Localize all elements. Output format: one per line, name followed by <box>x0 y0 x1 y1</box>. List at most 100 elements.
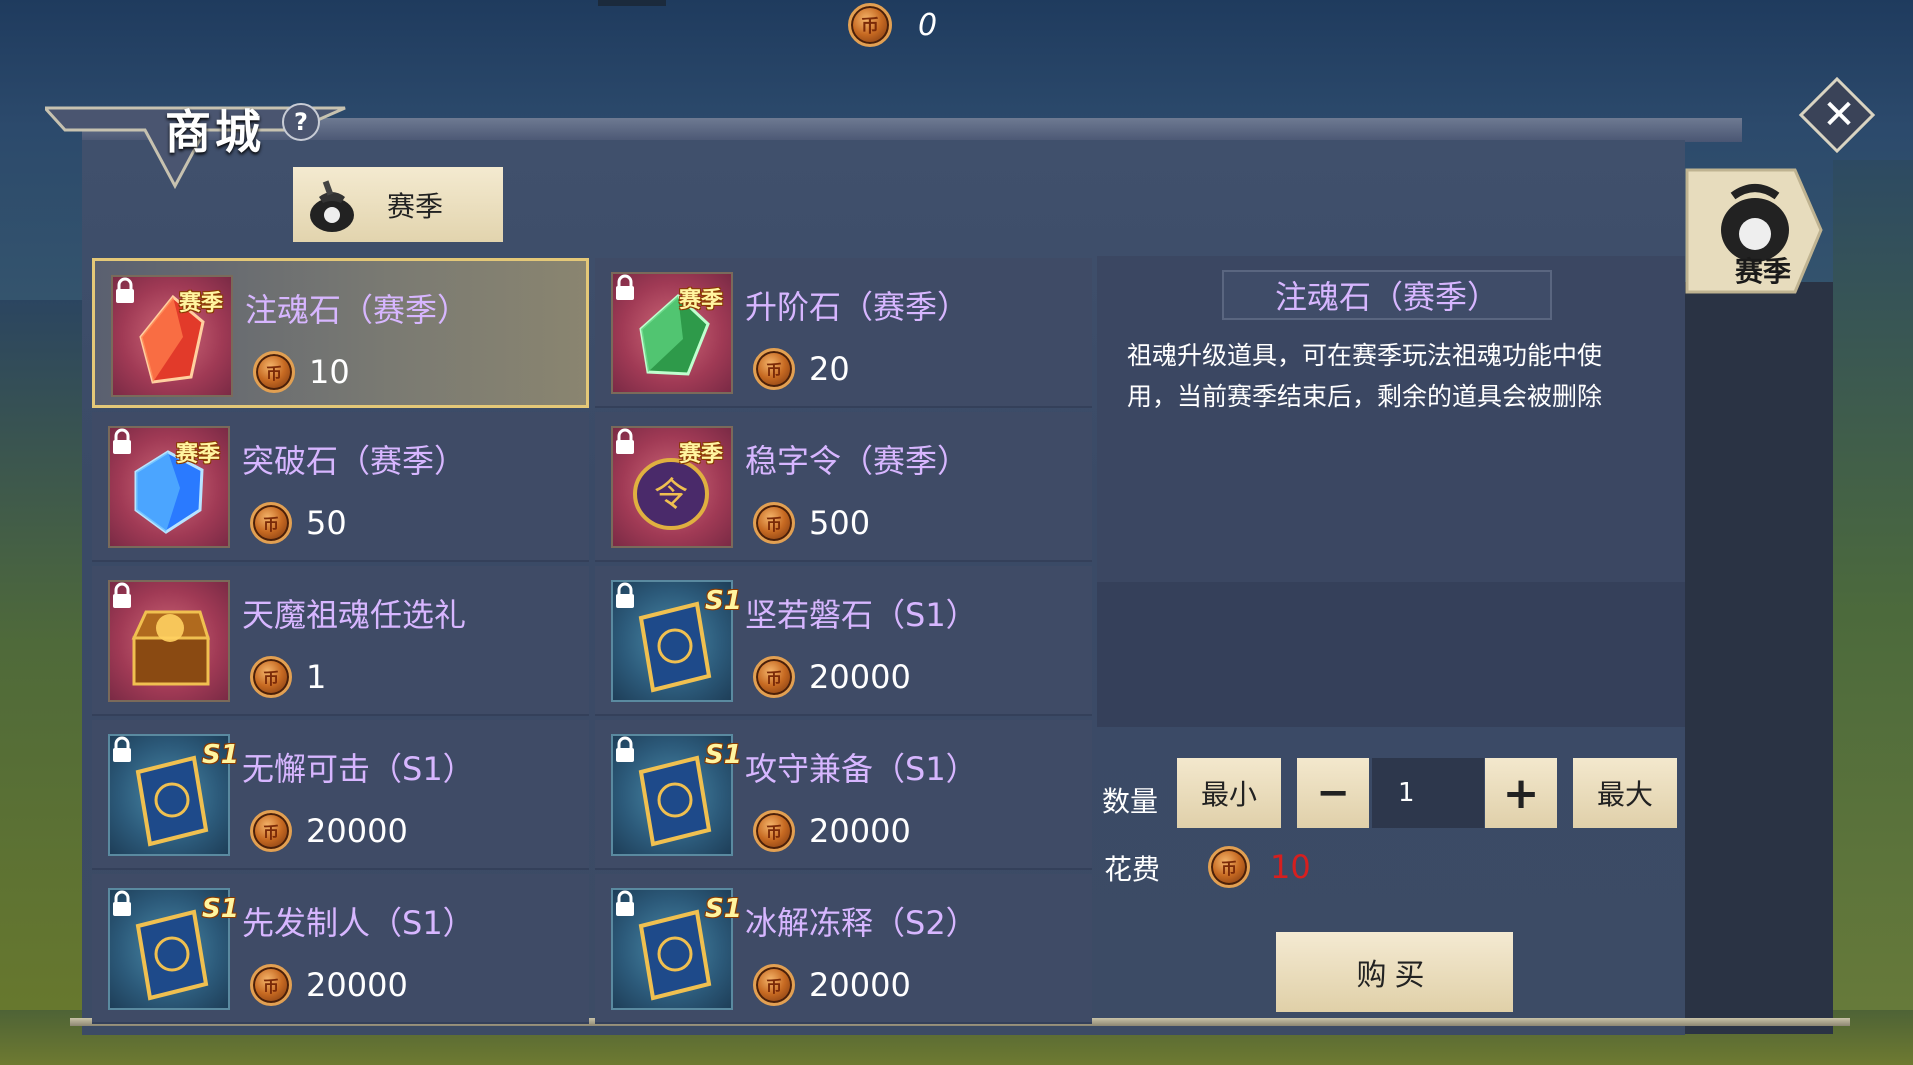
season-coin-icon: 币 <box>1208 846 1250 888</box>
item-name: 突破石（赛季） <box>242 442 467 480</box>
lock-icon <box>113 428 131 454</box>
shop-item-card[interactable]: S1 无懈可击（S1） 币 20000 <box>92 720 589 870</box>
season-coin-icon: 币 <box>253 351 295 393</box>
shop-item-card[interactable]: 赛季 升阶石（赛季） 币 20 <box>595 258 1092 408</box>
shop-item-card[interactable]: S1 冰解冻释（S2） 币 20000 <box>595 874 1092 1024</box>
item-badge: S1 <box>202 740 239 770</box>
item-price: 币 1 <box>250 656 326 698</box>
item-badge: S1 <box>705 894 742 924</box>
quantity-input[interactable]: 1 <box>1372 758 1484 828</box>
item-price-value: 1 <box>306 658 327 696</box>
cost-label: 花费 <box>1104 853 1161 886</box>
season-bag-icon <box>310 179 354 232</box>
item-price: 币 500 <box>753 502 870 544</box>
close-button[interactable]: ✕ <box>1812 88 1866 142</box>
lock-icon <box>616 890 634 916</box>
item-badge: 赛季 <box>679 288 724 313</box>
shop-item-card[interactable]: 令 赛季 稳字令（赛季） 币 500 <box>595 412 1092 562</box>
lock-icon <box>616 274 634 300</box>
item-price: 币 20 <box>753 348 850 390</box>
shop-item-card[interactable]: S1 坚若磐石（S1） 币 20000 <box>595 566 1092 716</box>
top-tab-stub <box>598 0 666 6</box>
quantity-label: 数量 <box>1102 785 1159 818</box>
panel-right-strip <box>1685 282 1833 1034</box>
tab-season-label: 赛季 <box>387 189 444 223</box>
season-coin-icon: 币 <box>250 810 292 852</box>
item-icon-frame: S1 <box>108 734 239 856</box>
shop-item-card[interactable]: S1 攻守兼备（S1） 币 20000 <box>595 720 1092 870</box>
item-price-value: 20000 <box>809 812 911 850</box>
lock-icon <box>616 582 634 608</box>
item-name: 先发制人（S1） <box>242 904 475 942</box>
item-badge: 赛季 <box>176 442 221 467</box>
shop-item-card[interactable]: 赛季 突破石（赛季） 币 50 <box>92 412 589 562</box>
lock-icon <box>616 736 634 762</box>
item-price-value: 20000 <box>809 966 911 1004</box>
item-name: 无懈可击（S1） <box>242 750 475 788</box>
item-icon-frame: 赛季 <box>108 426 230 548</box>
season-coin-icon: 币 <box>250 656 292 698</box>
help-button[interactable]: ? <box>282 103 320 141</box>
season-coin-icon: 币 <box>753 810 795 852</box>
detail-title-frame: 注魂石（赛季） <box>1222 270 1552 320</box>
item-price-value: 50 <box>306 504 347 542</box>
item-icon-frame <box>108 580 230 702</box>
season-coin-icon: 币 <box>250 502 292 544</box>
item-icon-frame: S1 <box>108 888 239 1010</box>
lock-icon <box>113 582 131 608</box>
item-price-value: 20000 <box>306 966 408 1004</box>
shop-item-card[interactable]: S1 先发制人（S1） 币 20000 <box>92 874 589 1024</box>
season-coin-icon: 币 <box>753 964 795 1006</box>
svg-text:令: 令 <box>654 475 688 515</box>
item-name: 攻守兼备（S1） <box>745 750 978 788</box>
detail-description: 祖魂升级道具，可在赛季玩法祖魂功能中使用，当前赛季结束后，剩余的道具会被删除 <box>1127 341 1603 411</box>
item-name: 坚若磐石（S1） <box>745 596 978 634</box>
item-icon-frame: S1 <box>611 580 742 702</box>
item-badge: S1 <box>705 740 742 770</box>
item-price: 币 10 <box>253 351 350 393</box>
season-coin-icon: 币 <box>250 964 292 1006</box>
item-name: 冰解冻释（S2） <box>745 904 978 942</box>
item-price: 币 20000 <box>250 964 408 1006</box>
season-coin-icon: 币 <box>753 656 795 698</box>
currency-amount: 0 <box>918 7 938 43</box>
lock-icon <box>113 890 131 916</box>
decrease-quantity-button[interactable]: − <box>1297 758 1369 828</box>
cost-value: 10 <box>1270 848 1311 886</box>
shop-item-card[interactable]: 赛季 注魂石（赛季） 币 10 <box>92 258 589 408</box>
item-badge: 赛季 <box>679 442 724 467</box>
item-badge: 赛季 <box>179 291 224 316</box>
item-icon-frame: S1 <box>611 888 742 1010</box>
season-coin-icon: 币 <box>848 3 892 47</box>
item-icon-frame: 令 赛季 <box>611 426 733 548</box>
item-price: 币 20000 <box>753 810 911 852</box>
increase-quantity-button[interactable]: + <box>1485 758 1557 828</box>
item-price-value: 20 <box>809 350 850 388</box>
item-price: 币 20000 <box>753 656 911 698</box>
item-detail-lower <box>1097 582 1685 727</box>
item-name: 天魔祖魂任选礼 <box>242 596 467 634</box>
shop-item-card[interactable]: 天魔祖魂任选礼 币 1 <box>92 566 589 716</box>
item-price: 币 50 <box>250 502 347 544</box>
side-tab-label: 赛季 <box>1735 255 1792 288</box>
item-name: 注魂石（赛季） <box>245 291 470 329</box>
item-icon-frame: 赛季 <box>611 272 733 394</box>
item-price: 币 20000 <box>753 964 911 1006</box>
min-quantity-button[interactable]: 最小 <box>1177 758 1281 828</box>
item-name: 升阶石（赛季） <box>745 288 970 326</box>
item-price-value: 10 <box>309 353 350 391</box>
buy-button[interactable]: 购买 <box>1276 932 1513 1012</box>
lock-icon <box>616 428 634 454</box>
currency-display: 币 0 <box>848 0 937 50</box>
lock-icon <box>113 736 131 762</box>
season-coin-icon: 币 <box>753 348 795 390</box>
item-name: 稳字令（赛季） <box>745 442 970 480</box>
tab-season[interactable]: 赛季 <box>293 167 503 242</box>
season-coin-icon: 币 <box>753 502 795 544</box>
item-price: 币 20000 <box>250 810 408 852</box>
detail-title: 注魂石（赛季） <box>1274 278 1499 316</box>
max-quantity-button[interactable]: 最大 <box>1573 758 1677 828</box>
item-price-value: 20000 <box>306 812 408 850</box>
item-price-value: 20000 <box>809 658 911 696</box>
item-price-value: 500 <box>809 504 871 542</box>
